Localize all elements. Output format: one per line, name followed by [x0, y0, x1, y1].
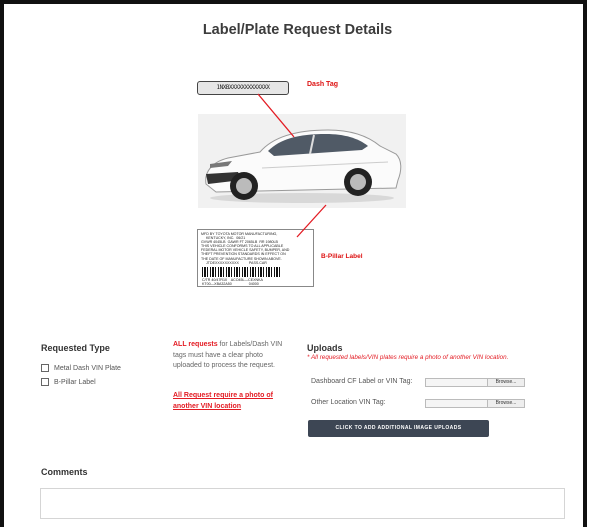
dash-tag-arrow: [257, 93, 295, 138]
option-b-pillar-label[interactable]: B-Pillar Label: [41, 378, 96, 386]
dashboard-vin-tag-label: Dashboard CF Label or VIN Tag:: [311, 378, 413, 385]
uploads-heading: Uploads: [307, 343, 343, 353]
option-label: B-Pillar Label: [54, 378, 96, 386]
browse-button[interactable]: Browse...: [487, 400, 524, 407]
uploads-subtitle: * All requested labels/VIN plates requir…: [307, 354, 509, 361]
requested-type-heading: Requested Type: [41, 343, 110, 353]
vin-location-illustration: 1NXBXXXXXXXXXXXXX Dash Tag MFD BY TOYOTA…: [190, 70, 420, 300]
b-pillar-arrow: [296, 204, 327, 238]
browse-button[interactable]: Browse...: [487, 379, 524, 386]
checkbox[interactable]: [41, 378, 49, 386]
add-image-uploads-button[interactable]: CLICK TO ADD ADDITIONAL IMAGE UPLOADS: [308, 420, 489, 437]
page-title: Label/Plate Request Details: [202, 22, 393, 38]
requirements-note: ALL requests for Labels/Dash VIN tags mu…: [173, 340, 291, 372]
option-metal-dash-vin-plate[interactable]: Metal Dash VIN Plate: [41, 364, 121, 372]
photo-requirement-link[interactable]: All Request require a photo of another V…: [173, 391, 288, 412]
other-location-vin-tag-label: Other Location VIN Tag:: [311, 399, 386, 406]
option-label: Metal Dash VIN Plate: [54, 364, 121, 372]
pointer-arrows: [257, 93, 327, 238]
comments-textarea[interactable]: [40, 488, 565, 519]
comments-heading: Comments: [41, 467, 88, 477]
checkbox[interactable]: [41, 364, 49, 372]
requirements-lead: ALL requests: [173, 341, 218, 348]
other-location-vin-tag-file-input[interactable]: Browse...: [425, 399, 525, 408]
dashboard-vin-tag-file-input[interactable]: Browse...: [425, 378, 525, 387]
